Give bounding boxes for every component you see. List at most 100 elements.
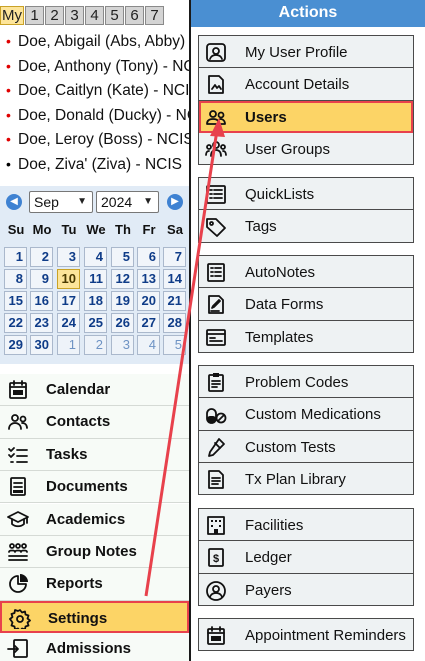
calendar-day[interactable]: 4 [84,247,107,267]
calendar-day[interactable]: 29 [4,335,27,355]
view-tab-1[interactable]: 1 [25,6,44,25]
autonotes-icon [205,262,227,282]
view-tab-3[interactable]: 3 [65,6,84,25]
action-item-account-details[interactable]: Account Details [199,68,413,101]
action-item-label: Payers [245,581,292,599]
action-item-ledger[interactable]: $ Ledger [199,541,413,574]
tasks-icon [7,444,31,466]
view-tab-7[interactable]: 7 [145,6,164,25]
status-dot-icon: • [6,131,11,148]
calendar-day[interactable]: 3 [57,247,80,267]
client-list: • Doe, Abigail (Abs, Abby) • Doe, Anthony (… [0,29,189,177]
calendar-day[interactable]: 13 [137,269,160,289]
calendar-day[interactable]: 5 [163,335,186,355]
view-tab-my[interactable]: My [0,6,24,25]
calendar-day[interactable]: 8 [4,269,27,289]
view-tab-4[interactable]: 4 [85,6,104,25]
calendar-day[interactable]: 6 [137,247,160,267]
calendar-day[interactable]: 2 [84,335,107,355]
action-item-user-groups[interactable]: User Groups [199,132,413,166]
action-item-autonotes[interactable]: AutoNotes [199,256,413,289]
view-tab-6[interactable]: 6 [125,6,144,25]
action-item-my-user-profile[interactable]: My User Profile [199,36,413,69]
nav-item-reports[interactable]: Reports [0,568,189,601]
calendar-day[interactable]: 1 [57,335,80,355]
calendar-header: ◀ Sep ▼ 2024 ▼ ▶ [0,186,189,216]
calendar-day[interactable]: 19 [111,291,134,311]
calendar-day[interactable]: 25 [84,313,107,333]
calendar-day[interactable]: 26 [111,313,134,333]
calendar-day[interactable]: 2 [30,247,53,267]
client-list-item[interactable]: • Doe, Anthony (Tony) - NCIS [0,54,189,79]
calendar-day[interactable]: 17 [57,291,80,311]
calendar-day[interactable]: 10 [57,269,80,289]
calendar-day[interactable]: 15 [4,291,27,311]
client-name: Doe, Ziva' (Ziva) - NCIS [18,155,183,173]
action-item-tx-plan-library[interactable]: Tx Plan Library [199,462,413,496]
calendar-day[interactable]: 22 [4,313,27,333]
calendar-day[interactable]: 3 [111,335,134,355]
nav-item-label: Contacts [46,413,111,431]
calendar-day[interactable]: 4 [137,335,160,355]
ledger-icon: $ [205,547,227,568]
data-forms-icon [205,294,227,315]
client-list-item[interactable]: • Doe, Donald (Ducky) - NCIS [0,103,189,128]
previous-month-icon[interactable]: ◀ [6,194,22,210]
calendar-day[interactable]: 23 [30,313,53,333]
calendar-day[interactable]: 28 [163,313,186,333]
action-group: Appointment Reminders [198,618,414,652]
settings-icon [9,608,33,630]
calendar-day[interactable]: 27 [137,313,160,333]
svg-text:$: $ [213,553,219,565]
calendar-day[interactable]: 24 [57,313,80,333]
nav-item-settings[interactable]: Settings [0,600,189,633]
group-notes-icon [7,541,31,563]
action-item-problem-codes[interactable]: Problem Codes [199,366,413,399]
action-item-facilities[interactable]: Facilities [199,509,413,542]
nav-item-contacts[interactable]: Contacts [0,406,189,439]
action-item-users[interactable]: Users [199,100,413,133]
action-item-quicklists[interactable]: QuickLists [199,178,413,211]
nav-item-group-notes[interactable]: Group Notes [0,536,189,569]
chevron-down-icon: ▼ [143,196,153,207]
calendar-day[interactable]: 12 [111,269,134,289]
calendar-day[interactable]: 14 [163,269,186,289]
calendar-day[interactable]: 20 [137,291,160,311]
client-list-item[interactable]: • Doe, Ziva' (Ziva) - NCIS [0,152,189,177]
nav-item-academics[interactable]: Academics [0,503,189,536]
weekday-label: Su [7,222,25,237]
action-item-label: Tags [245,218,277,236]
calendar-day[interactable]: 5 [111,247,134,267]
view-tab-5[interactable]: 5 [105,6,124,25]
action-item-data-forms[interactable]: Data Forms [199,288,413,321]
action-item-label: AutoNotes [245,264,316,281]
calendar-day[interactable]: 11 [84,269,107,289]
calendar-day[interactable]: 21 [163,291,186,311]
month-select[interactable]: Sep ▼ [29,191,93,213]
action-item-templates[interactable]: Templates [199,320,413,353]
action-item-tags[interactable]: Tags [199,210,413,243]
action-item-appointment-reminders[interactable]: Appointment Reminders [199,619,413,652]
calendar-day[interactable]: 18 [84,291,107,311]
calendar-day[interactable]: 16 [30,291,53,311]
calendar-day[interactable]: 1 [4,247,27,267]
calendar-day[interactable]: 30 [30,335,53,355]
nav-item-label: Calendar [46,381,111,398]
nav-item-calendar[interactable]: Calendar [0,374,189,407]
nav-item-documents[interactable]: Documents [0,471,189,504]
calendar-day[interactable]: 9 [30,269,53,289]
client-list-item[interactable]: • Doe, Abigail (Abs, Abby) [0,29,189,54]
view-tab-2[interactable]: 2 [45,6,64,25]
calendar-day[interactable]: 7 [163,247,186,267]
client-list-item[interactable]: • Doe, Caitlyn (Kate) - NCIS [0,78,189,103]
year-select[interactable]: 2024 ▼ [96,191,159,213]
action-item-custom-medications[interactable]: Custom Medications [199,398,413,431]
client-list-item[interactable]: • Doe, Leroy (Boss) - NCIS [0,127,189,152]
nav-item-admissions[interactable]: Admissions [0,633,189,661]
nav-item-tasks[interactable]: Tasks [0,438,189,471]
action-item-custom-tests[interactable]: Custom Tests [199,430,413,463]
status-dot-icon: • [6,33,11,49]
next-month-icon[interactable]: ▶ [167,194,183,210]
problem-codes-icon [205,372,227,392]
action-item-payers[interactable]: Payers [199,573,413,606]
